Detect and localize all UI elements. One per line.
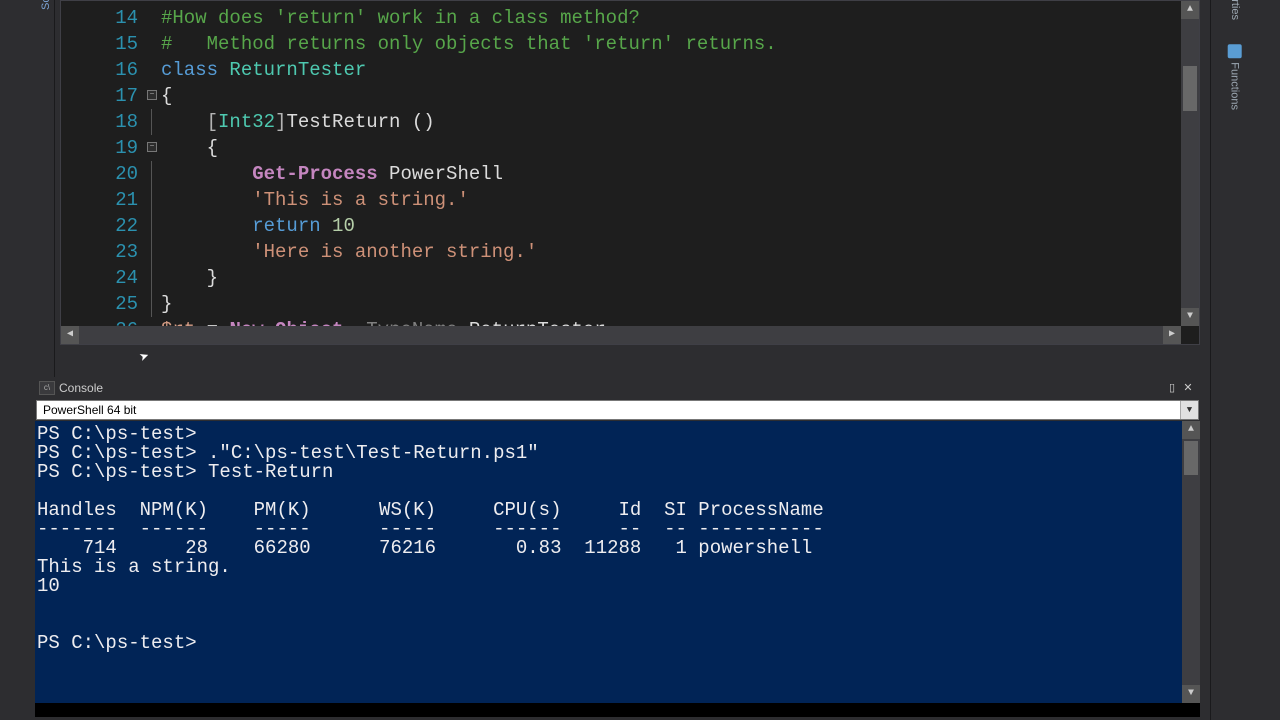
scripts-tab-label[interactable]: Scripts xyxy=(40,0,52,10)
scroll-right-icon[interactable]: ▶ xyxy=(1163,326,1181,344)
line-number: 25 xyxy=(61,291,138,317)
scroll-down-icon[interactable]: ▼ xyxy=(1181,308,1199,326)
console-title: Console xyxy=(59,381,1164,395)
fold-column[interactable]: −− xyxy=(146,5,160,343)
scroll-up-icon[interactable]: ▲ xyxy=(1181,1,1199,19)
fold-marker xyxy=(146,265,160,291)
code-line[interactable]: Get-Process PowerShell xyxy=(161,161,1181,187)
code-line[interactable]: [Int32]TestReturn () xyxy=(161,109,1181,135)
functions-icon xyxy=(1228,44,1242,58)
code-content[interactable]: #How does 'return' work in a class metho… xyxy=(161,5,1181,343)
line-number: 21 xyxy=(61,187,138,213)
scroll-thumb[interactable] xyxy=(1184,441,1198,475)
line-number: 14 xyxy=(61,5,138,31)
fold-marker[interactable]: − xyxy=(146,135,160,161)
console-host-dropdown[interactable]: PowerShell 64 bit ▼ xyxy=(36,400,1199,420)
code-line[interactable]: return 10 xyxy=(161,213,1181,239)
code-line[interactable]: { xyxy=(161,83,1181,109)
console-host-label: PowerShell 64 bit xyxy=(37,403,1180,417)
code-line[interactable]: { xyxy=(161,135,1181,161)
console-vertical-scrollbar[interactable]: ▲ ▼ xyxy=(1182,421,1200,703)
editor-horizontal-scrollbar[interactable]: ◀ ▶ xyxy=(61,326,1181,344)
functions-tab-label: Functions xyxy=(1229,62,1241,110)
console-icon: c\ xyxy=(39,381,55,395)
line-number: 23 xyxy=(61,239,138,265)
console-text: PS C:\ps-test> PS C:\ps-test> ."C:\ps-te… xyxy=(37,425,1198,653)
close-icon[interactable]: ✕ xyxy=(1180,380,1196,396)
console-status-bar xyxy=(35,703,1200,717)
fold-marker xyxy=(146,213,160,239)
line-number: 19 xyxy=(61,135,138,161)
fold-marker[interactable]: − xyxy=(146,83,160,109)
code-line[interactable]: 'This is a string.' xyxy=(161,187,1181,213)
functions-tab[interactable]: Functions xyxy=(1228,44,1242,110)
fold-marker xyxy=(146,57,160,83)
line-number-gutter: 14151617181920212223242526 xyxy=(61,5,146,343)
scroll-thumb[interactable] xyxy=(1183,66,1197,111)
console-titlebar: c\ Console ▯ ✕ xyxy=(35,377,1200,399)
line-number: 15 xyxy=(61,31,138,57)
code-line[interactable]: } xyxy=(161,291,1181,317)
scroll-up-icon[interactable]: ▲ xyxy=(1182,421,1200,439)
scroll-left-icon[interactable]: ◀ xyxy=(61,326,79,344)
line-number: 16 xyxy=(61,57,138,83)
code-line[interactable]: class ReturnTester xyxy=(161,57,1181,83)
fold-marker xyxy=(146,161,160,187)
editor-vertical-scrollbar[interactable]: ▲ ▼ xyxy=(1181,1,1199,326)
line-number: 22 xyxy=(61,213,138,239)
code-editor[interactable]: 14151617181920212223242526 −− #How does … xyxy=(60,0,1200,345)
mouse-cursor-icon: ➤ xyxy=(137,346,153,368)
fold-marker xyxy=(146,31,160,57)
chevron-down-icon[interactable]: ▼ xyxy=(1180,401,1198,419)
line-number: 24 xyxy=(61,265,138,291)
code-line[interactable]: } xyxy=(161,265,1181,291)
code-line[interactable]: #How does 'return' work in a class metho… xyxy=(161,5,1181,31)
console-output[interactable]: PS C:\ps-test> PS C:\ps-test> ."C:\ps-te… xyxy=(35,421,1200,717)
properties-tab[interactable]: Properties xyxy=(1228,0,1242,20)
properties-tab-label: Properties xyxy=(1229,0,1241,20)
fold-marker xyxy=(146,5,160,31)
fold-marker xyxy=(146,239,160,265)
line-number: 18 xyxy=(61,109,138,135)
fold-marker xyxy=(146,187,160,213)
line-number: 17 xyxy=(61,83,138,109)
code-line[interactable]: 'Here is another string.' xyxy=(161,239,1181,265)
fold-marker xyxy=(146,109,160,135)
line-number: 20 xyxy=(61,161,138,187)
right-sidebar: Properties Functions xyxy=(1210,0,1280,720)
code-line[interactable]: # Method returns only objects that 'retu… xyxy=(161,31,1181,57)
fold-marker xyxy=(146,291,160,317)
pin-icon[interactable]: ▯ xyxy=(1164,380,1180,396)
left-sidebar: Scripts xyxy=(0,0,55,380)
console-panel: c\ Console ▯ ✕ PowerShell 64 bit ▼ PS C:… xyxy=(35,377,1200,717)
scroll-down-icon[interactable]: ▼ xyxy=(1182,685,1200,703)
